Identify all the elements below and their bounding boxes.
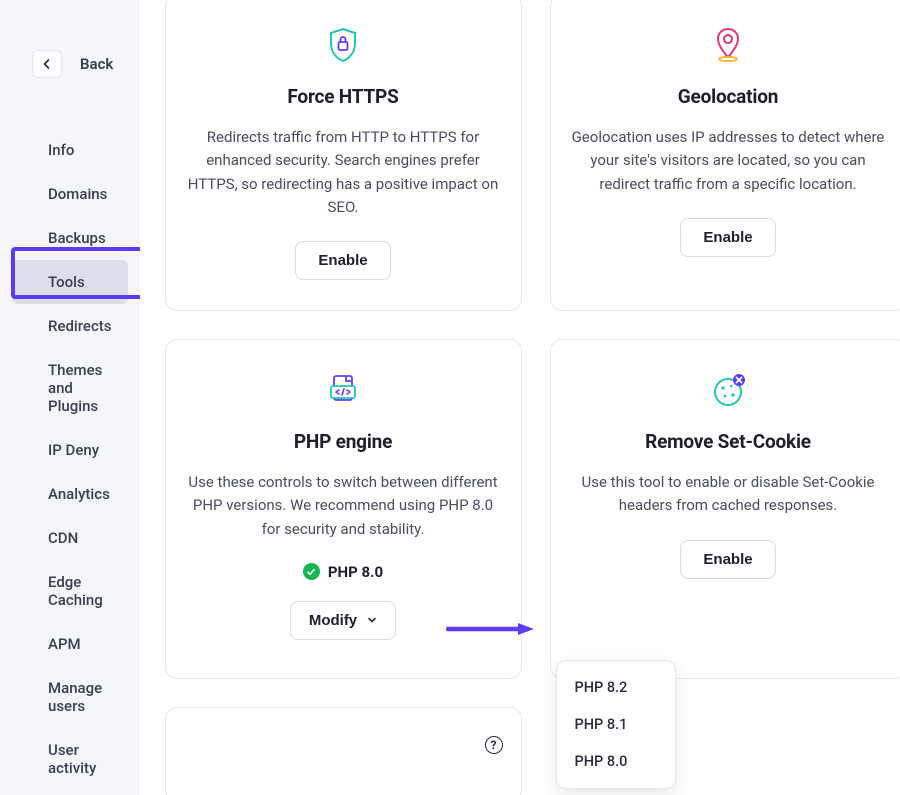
main-content: Force HTTPS Redirects traffic from HTTP … <box>140 0 900 795</box>
card-description: Redirects traffic from HTTP to HTTPS for… <box>186 126 501 219</box>
card-force-https: Force HTTPS Redirects traffic from HTTP … <box>165 0 522 311</box>
sidebar-item-cdn[interactable]: CDN <box>12 516 128 560</box>
arrow-left-icon <box>41 58 53 70</box>
dropdown-item-php-8-1[interactable]: PHP 8.1 <box>557 706 675 743</box>
sidebar-nav: Info Domains Backups Tools Redirects The… <box>0 102 140 795</box>
card-title: Force HTTPS <box>287 85 398 108</box>
cookie-remove-icon <box>708 370 748 410</box>
shield-lock-icon <box>323 25 363 65</box>
enable-button[interactable]: Enable <box>680 218 775 257</box>
sidebar-item-backups[interactable]: Backups <box>12 216 128 260</box>
sidebar-item-logs[interactable]: Logs <box>12 790 128 795</box>
map-pin-icon <box>708 25 748 65</box>
sidebar-item-user-activity[interactable]: User activity <box>12 728 128 790</box>
card-description: Use these controls to switch between dif… <box>186 471 501 541</box>
card-php-engine: PHP engine Use these controls to switch … <box>165 339 522 679</box>
php-version-dropdown: PHP 8.2 PHP 8.1 PHP 8.0 <box>556 660 676 789</box>
sidebar-item-edge-caching[interactable]: Edge Caching <box>12 560 128 622</box>
dropdown-item-php-8-0[interactable]: PHP 8.0 <box>557 743 675 780</box>
dropdown-item-php-8-2[interactable]: PHP 8.2 <box>557 669 675 706</box>
check-circle-icon <box>303 563 320 580</box>
card-placeholder: ? <box>165 707 522 795</box>
card-description: Use this tool to enable or disable Set-C… <box>571 471 886 518</box>
card-title: Geolocation <box>678 85 778 108</box>
enable-button[interactable]: Enable <box>680 540 775 579</box>
sidebar-item-info[interactable]: Info <box>12 128 128 172</box>
card-title: PHP engine <box>294 430 392 453</box>
sidebar: Back Info Domains Backups Tools Redirect… <box>0 0 140 795</box>
sidebar-item-themes-and-plugins[interactable]: Themes and Plugins <box>12 348 128 428</box>
card-geolocation: Geolocation Geolocation uses IP addresse… <box>550 0 900 311</box>
php-version-status: PHP 8.0 <box>303 563 383 581</box>
sidebar-item-manage-users[interactable]: Manage users <box>12 666 128 728</box>
php-version-label: PHP 8.0 <box>328 563 383 581</box>
sidebar-item-apm[interactable]: APM <box>12 622 128 666</box>
card-description: Geolocation uses IP addresses to detect … <box>571 126 886 196</box>
help-icon[interactable]: ? <box>485 736 503 754</box>
back-button[interactable] <box>32 50 62 78</box>
card-title: Remove Set-Cookie <box>645 430 811 453</box>
back-label: Back <box>80 55 113 73</box>
modify-button[interactable]: Modify <box>290 601 396 640</box>
sidebar-item-domains[interactable]: Domains <box>12 172 128 216</box>
modify-button-label: Modify <box>309 612 357 629</box>
card-remove-set-cookie: Remove Set-Cookie Use this tool to enabl… <box>550 339 900 679</box>
sidebar-item-ip-deny[interactable]: IP Deny <box>12 428 128 472</box>
sidebar-item-redirects[interactable]: Redirects <box>12 304 128 348</box>
sidebar-item-analytics[interactable]: Analytics <box>12 472 128 516</box>
enable-button[interactable]: Enable <box>295 241 390 280</box>
sidebar-item-tools[interactable]: Tools <box>12 260 128 304</box>
code-file-icon <box>323 370 363 410</box>
chevron-down-icon <box>367 615 377 625</box>
